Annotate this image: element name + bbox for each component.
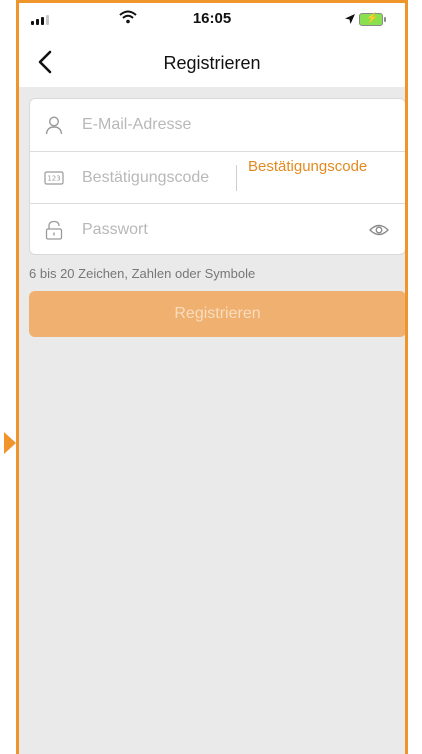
frame-pointer-marker: [4, 432, 16, 454]
status-bar: 16:05 ⚡: [19, 3, 405, 37]
password-row: [30, 203, 405, 256]
user-icon: [45, 116, 63, 135]
page-title: Registrieren: [163, 53, 261, 73]
location-arrow-icon: [345, 14, 355, 24]
battery-charging-icon: ⚡: [359, 13, 386, 26]
password-input[interactable]: [82, 218, 342, 242]
send-code-button[interactable]: Bestätigungscode: [248, 158, 388, 175]
svg-text:123: 123: [47, 175, 60, 183]
verification-code-row: 123 Bestätigungscode: [30, 151, 405, 204]
email-row: [30, 99, 405, 151]
eye-icon[interactable]: [369, 221, 389, 239]
field-divider: [236, 165, 237, 191]
phone-screen: 16:05 ⚡ Registrieren 123: [16, 0, 408, 754]
lock-icon: [45, 220, 63, 240]
register-button[interactable]: Registrieren: [29, 291, 405, 337]
registration-form: 123 Bestätigungscode: [29, 98, 405, 256]
number-keypad-icon: 123: [44, 171, 64, 185]
verification-code-input[interactable]: [82, 166, 232, 190]
email-input[interactable]: [82, 113, 382, 137]
navigation-bar: Registrieren: [19, 37, 405, 87]
password-hint: 6 bis 20 Zeichen, Zahlen oder Symbole: [29, 266, 256, 281]
